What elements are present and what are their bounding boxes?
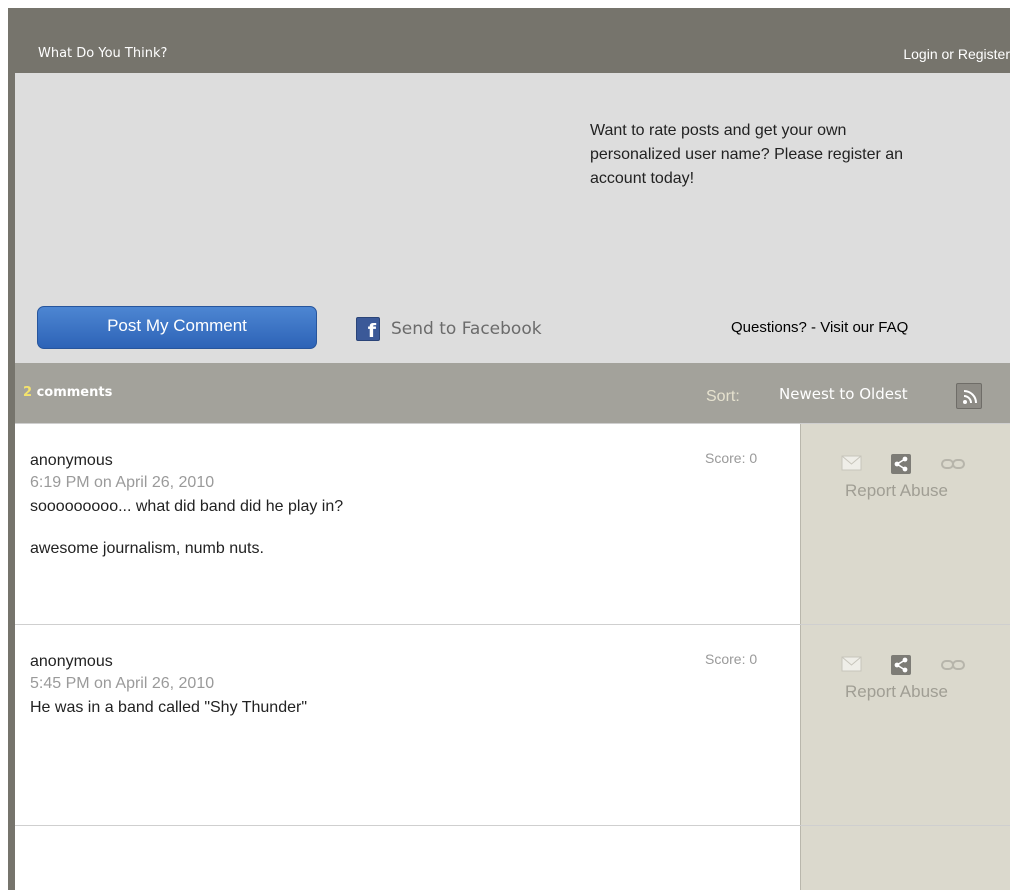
comment-date: 6:19 PM on April 26, 2010 <box>30 474 215 491</box>
share-icon[interactable] <box>891 454 911 474</box>
sort-dropdown[interactable]: Newest to Oldest <box>779 385 908 403</box>
comment-score: Score: 0 <box>705 450 758 466</box>
report-abuse-link[interactable]: Report Abuse <box>845 682 948 702</box>
comment-body: He was in a band called "Shy Thunder" <box>30 697 730 739</box>
email-icon[interactable] <box>841 655 863 673</box>
comment-score: Score: 0 <box>705 651 758 667</box>
comment-actions-panel <box>800 826 1010 890</box>
comment-author: anonymous <box>30 653 113 670</box>
comment-item: anonymous 5:45 PM on April 26, 2010 He w… <box>15 624 1010 826</box>
comment-count-bar: 2 comments Sort: Newest to Oldest <box>15 363 1010 423</box>
auth-links: Login or Register <box>903 46 1010 62</box>
login-link[interactable]: Login <box>903 46 937 62</box>
link-icon[interactable] <box>941 659 965 671</box>
rss-feed-button[interactable] <box>956 383 982 409</box>
comment-count-number: 2 <box>23 385 33 400</box>
email-icon[interactable] <box>841 454 863 472</box>
faq-link[interactable]: Questions? - Visit our FAQ <box>731 319 908 336</box>
header-bar: What Do You Think? Login or Register <box>8 8 1010 73</box>
page-title: What Do You Think? <box>38 46 168 61</box>
comment-count: 2 comments <box>23 385 112 400</box>
register-promo-text: Want to rate posts and get your own pers… <box>590 122 904 187</box>
share-icon[interactable] <box>891 655 911 675</box>
post-comment-button[interactable]: Post My Comment <box>37 306 317 349</box>
comment-paragraph: awesome journalism, numb nuts. <box>30 540 264 557</box>
link-icon[interactable] <box>941 458 965 470</box>
or-text: or <box>941 46 954 62</box>
comment-action-icons <box>841 655 971 677</box>
comment-actions-panel: Report Abuse <box>800 625 1010 826</box>
rss-icon <box>963 390 977 404</box>
comment-author: anonymous <box>30 452 113 469</box>
comment-paragraph: He was in a band called "Shy Thunder" <box>30 699 308 716</box>
comment-date: 5:45 PM on April 26, 2010 <box>30 675 215 692</box>
comment-paragraph: sooooooooo... what did band did he play … <box>30 498 344 515</box>
comment-body: sooooooooo... what did band did he play … <box>30 496 730 580</box>
send-to-facebook[interactable]: f Send to Facebook <box>356 316 542 342</box>
comment-action-icons <box>841 454 971 476</box>
compose-area: Want to rate posts and get your own pers… <box>15 73 1010 363</box>
comment-item <box>15 825 1010 890</box>
register-link[interactable]: Register <box>958 46 1010 62</box>
report-abuse-link[interactable]: Report Abuse <box>845 481 948 501</box>
comment-item: anonymous 6:19 PM on April 26, 2010 sooo… <box>15 423 1010 625</box>
comment-actions-panel: Report Abuse <box>800 424 1010 625</box>
comment-count-label: comments <box>36 385 113 400</box>
facebook-icon: f <box>356 317 380 341</box>
facebook-label: Send to Facebook <box>391 319 542 339</box>
sort-label: Sort: <box>706 388 740 405</box>
